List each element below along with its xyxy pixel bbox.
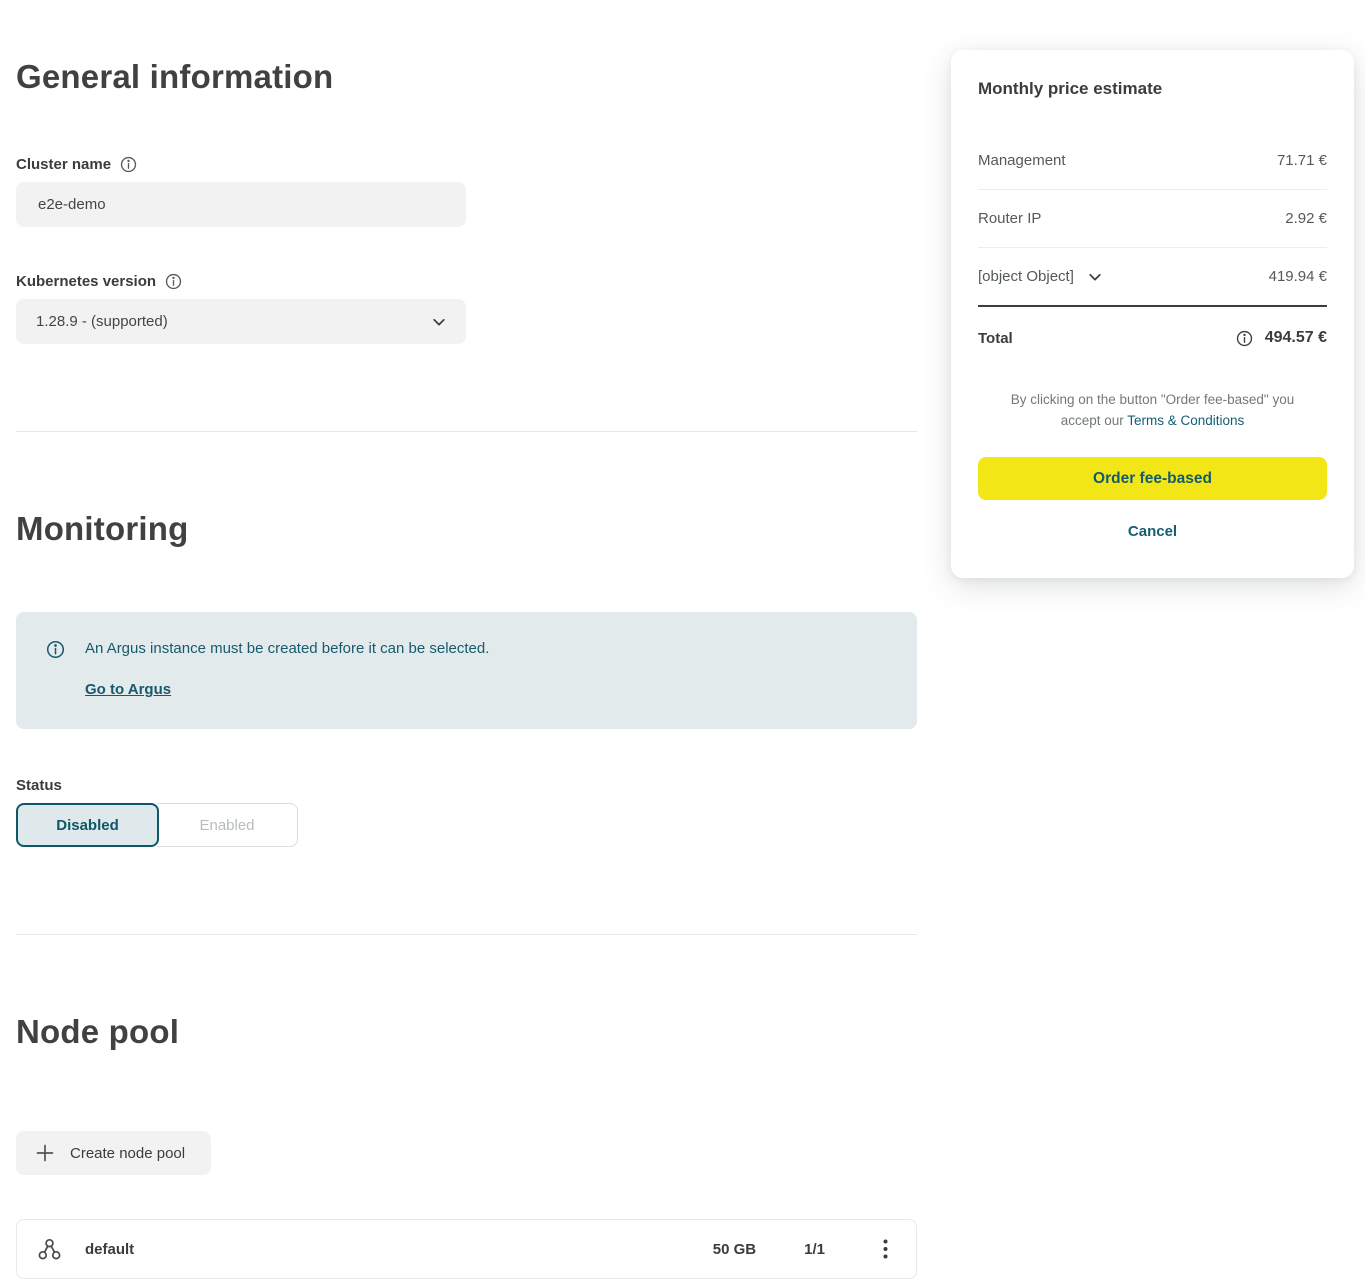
node-pool-menu-button[interactable] — [879, 1235, 892, 1263]
price-row-value: 2.92 € — [1285, 210, 1327, 227]
price-row-object: [object Object] 419.94 € — [978, 248, 1327, 305]
cluster-name-info-icon[interactable] — [120, 156, 137, 173]
price-row-router-ip: Router IP 2.92 € — [978, 190, 1327, 248]
node-pool-icon — [37, 1237, 62, 1262]
argus-info-alert: An Argus instance must be created before… — [16, 612, 917, 729]
k8s-version-selected-value: 1.28.9 - (supported) — [36, 313, 168, 330]
go-to-argus-link[interactable]: Go to Argus — [85, 681, 171, 698]
node-pool-count: 1/1 — [804, 1241, 825, 1258]
price-row-label: [object Object] — [978, 268, 1074, 285]
total-label: Total — [978, 330, 1013, 347]
price-card-title: Monthly price estimate — [978, 79, 1327, 99]
status-option-disabled[interactable]: Disabled — [16, 803, 159, 847]
price-row-value: 419.94 € — [1269, 268, 1327, 285]
main-content: General information Cluster name e2e-dem… — [16, 0, 917, 1279]
price-row-management: Management 71.71 € — [978, 132, 1327, 190]
cluster-name-label: Cluster name — [16, 156, 111, 173]
section-divider — [16, 431, 917, 432]
k8s-version-select[interactable]: 1.28.9 - (supported) — [16, 299, 466, 344]
create-node-pool-label: Create node pool — [70, 1145, 185, 1162]
alert-message: An Argus instance must be created before… — [85, 639, 489, 659]
plus-icon — [36, 1144, 54, 1162]
node-pool-name: default — [85, 1241, 713, 1258]
terms-text: By clicking on the button "Order fee-bas… — [1003, 389, 1303, 431]
price-row-label: Management — [978, 152, 1066, 169]
cluster-name-label-row: Cluster name — [16, 156, 917, 173]
monitoring-title: Monitoring — [16, 510, 917, 548]
status-label: Status — [16, 777, 917, 794]
node-pool-title: Node pool — [16, 1013, 917, 1051]
k8s-version-label-row: Kubernetes version — [16, 273, 917, 290]
price-rows: Management 71.71 € Router IP 2.92 € [obj… — [978, 132, 1327, 305]
terms-conditions-link[interactable]: Terms & Conditions — [1127, 413, 1244, 428]
section-divider — [16, 934, 917, 935]
status-toggle-group: Disabled Enabled — [16, 803, 917, 847]
price-row-label: Router IP — [978, 210, 1041, 227]
node-pool-row[interactable]: default 50 GB 1/1 — [16, 1219, 917, 1279]
cluster-name-input[interactable]: e2e-demo — [16, 182, 466, 227]
k8s-version-label: Kubernetes version — [16, 273, 156, 290]
chevron-down-icon — [1088, 270, 1102, 284]
order-fee-based-button[interactable]: Order fee-based — [978, 457, 1327, 500]
cancel-button[interactable]: Cancel — [1128, 523, 1177, 540]
price-row-expand-button[interactable] — [1088, 270, 1102, 284]
total-value: 494.57 € — [1265, 329, 1327, 347]
price-row-value: 71.71 € — [1277, 152, 1327, 169]
node-pool-size: 50 GB — [713, 1241, 756, 1258]
monthly-price-estimate-card: Monthly price estimate Management 71.71 … — [951, 50, 1354, 578]
create-node-pool-button[interactable]: Create node pool — [16, 1131, 211, 1175]
total-info-icon[interactable] — [1236, 330, 1253, 347]
chevron-down-icon — [432, 315, 446, 329]
general-information-title: General information — [16, 58, 917, 96]
status-option-enabled[interactable]: Enabled — [157, 803, 298, 847]
k8s-version-info-icon[interactable] — [165, 273, 182, 290]
info-icon — [46, 640, 65, 664]
kebab-menu-icon — [883, 1239, 888, 1259]
total-row: Total 494.57 € — [978, 307, 1327, 347]
